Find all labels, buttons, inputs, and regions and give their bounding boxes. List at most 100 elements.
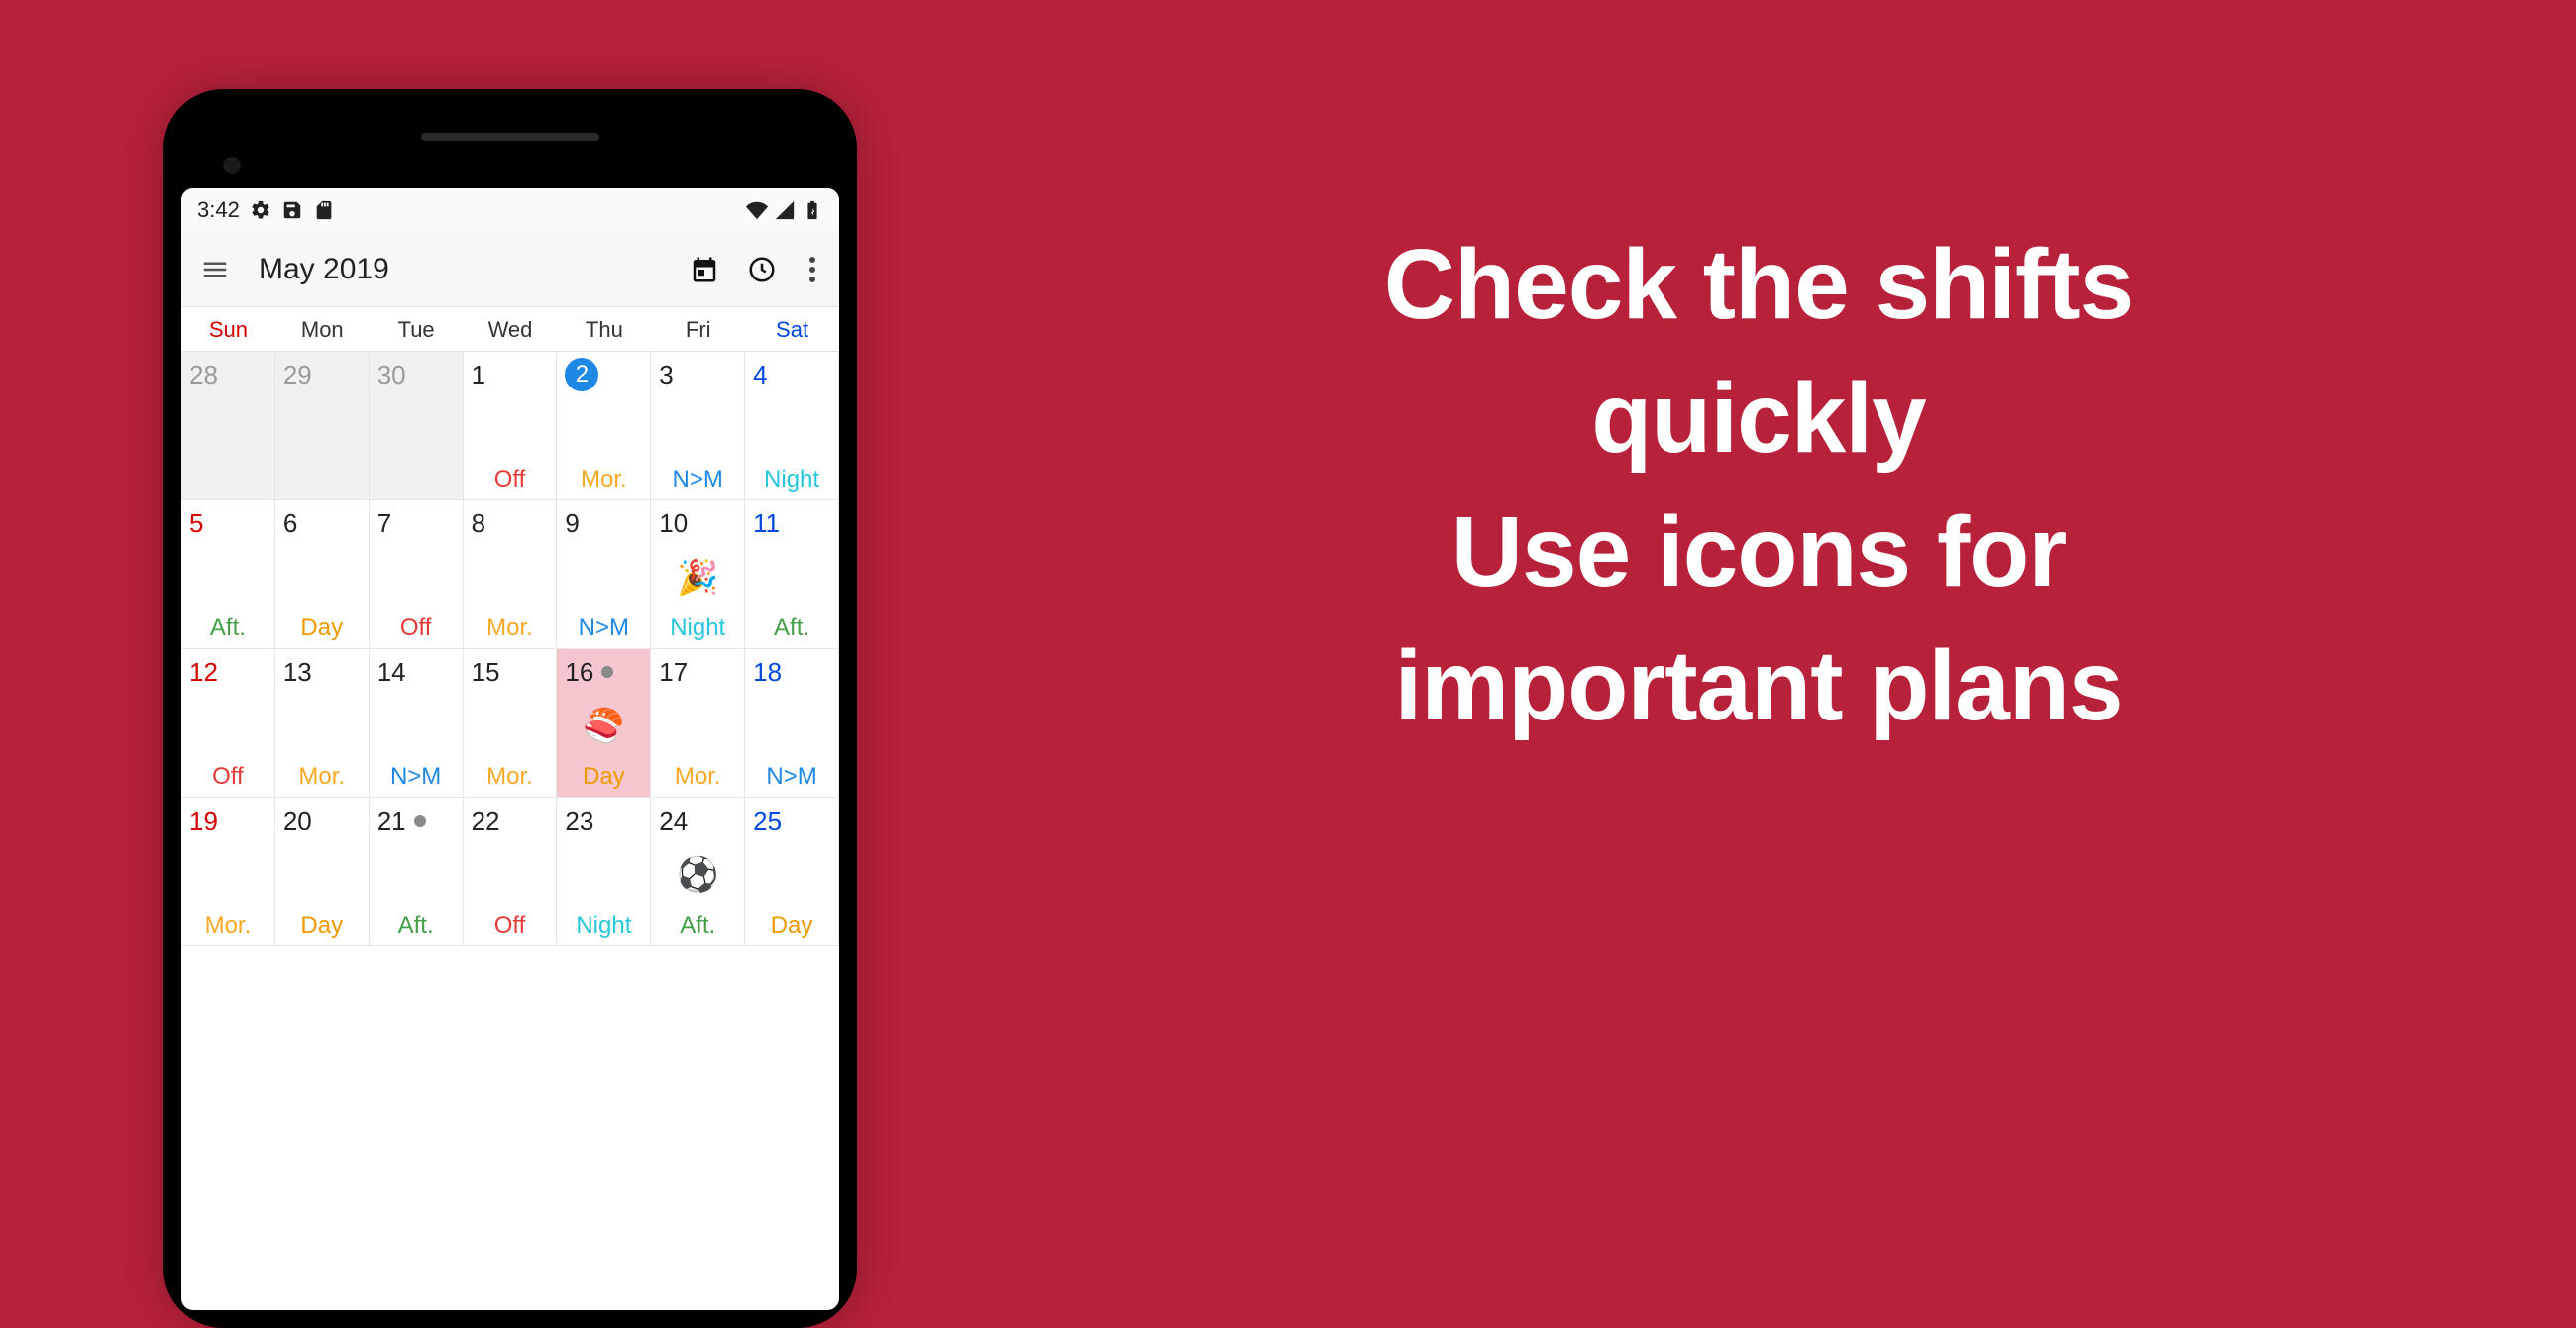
day-emoji (472, 391, 549, 466)
calendar-cell[interactable]: 3 N>M (651, 352, 745, 500)
shift-label (283, 494, 361, 496)
day-number: 3 (659, 358, 736, 391)
day-emoji (753, 391, 830, 466)
phone-speaker (421, 133, 599, 141)
calendar-cell[interactable]: 4 Night (745, 352, 839, 500)
cell-signal-icon (774, 199, 796, 221)
calendar-grid: 2829301Off2Mor.3N>M4Night5Aft.6Day7Off8M… (181, 352, 839, 1310)
promo-line-4: important plans (1001, 619, 2517, 753)
dow-sun: Sun (181, 317, 275, 343)
day-number: 2 (565, 358, 642, 391)
today-button[interactable] (685, 250, 724, 289)
day-number: 29 (283, 358, 361, 391)
day-emoji (283, 837, 361, 912)
day-emoji (377, 391, 455, 494)
menu-button[interactable] (195, 250, 235, 289)
day-emoji: 🍣 (565, 689, 642, 763)
day-emoji (377, 540, 455, 614)
calendar-cell[interactable]: 9N>M (557, 500, 651, 649)
calendar-cell[interactable]: 16🍣Day (557, 649, 651, 798)
day-number: 4 (753, 358, 830, 391)
day-number: 13 (283, 655, 361, 689)
promo-text: Check the shifts quickly Use icons for i… (1001, 218, 2517, 753)
calendar-cell[interactable]: 5Aft. (181, 500, 275, 649)
calendar-cell[interactable]: 24⚽Aft. (651, 798, 745, 946)
shift-label: Mor. (189, 912, 267, 941)
day-number: 21 (377, 804, 455, 837)
day-number: 28 (189, 358, 267, 391)
calendar-cell[interactable]: 23Night (557, 798, 651, 946)
calendar-cell[interactable]: 18 N>M (745, 649, 839, 798)
calendar-cell[interactable]: 14N>M (370, 649, 464, 798)
calendar-cell[interactable]: 11 Aft. (745, 500, 839, 649)
calendar-cell[interactable]: 6Day (275, 500, 370, 649)
promo-line-3: Use icons for (1001, 486, 2517, 619)
day-emoji (472, 689, 549, 763)
shift-label: Aft. (659, 912, 736, 941)
calendar-cell[interactable]: 17 Mor. (651, 649, 745, 798)
overflow-menu-button[interactable] (800, 250, 825, 289)
phone-frame: 3:42 (163, 89, 857, 1328)
calendar-cell[interactable]: 10🎉Night (651, 500, 745, 649)
shift-label: Mor. (283, 763, 361, 793)
shift-label: N>M (659, 466, 736, 496)
day-number: 18 (753, 655, 830, 689)
calendar-cell[interactable]: 30 (370, 352, 464, 500)
calendar-cell[interactable]: 29 (275, 352, 370, 500)
dow-sat: Sat (745, 317, 839, 343)
shift-label: Night (659, 614, 736, 644)
shift-label: N>M (377, 763, 455, 793)
day-emoji (753, 837, 830, 912)
day-number: 8 (472, 506, 549, 540)
dow-wed: Wed (464, 317, 558, 343)
day-emoji: ⚽ (659, 837, 736, 912)
shift-label: Mor. (659, 763, 736, 793)
shift-label: N>M (753, 763, 830, 793)
day-emoji (189, 689, 267, 763)
calendar-cell[interactable]: 8Mor. (464, 500, 558, 649)
calendar-cell[interactable]: 19Mor. (181, 798, 275, 946)
shift-label (189, 494, 267, 496)
calendar-cell[interactable]: 21Aft. (370, 798, 464, 946)
calendar-cell[interactable]: 25Day (745, 798, 839, 946)
wifi-icon (746, 199, 768, 221)
shift-label: Off (377, 614, 455, 644)
save-icon (281, 199, 303, 221)
shift-label: Aft. (753, 614, 830, 644)
calendar-cell[interactable]: 7Off (370, 500, 464, 649)
calendar-cell[interactable]: 22Off (464, 798, 558, 946)
status-bar: 3:42 (181, 188, 839, 232)
calendar-cell[interactable]: 12Off (181, 649, 275, 798)
calendar-cell[interactable]: 13 Mor. (275, 649, 370, 798)
day-of-week-header: Sun Mon Tue Wed Thu Fri Sat (181, 307, 839, 352)
shift-label: Night (753, 466, 830, 496)
calendar-cell[interactable]: 15Mor. (464, 649, 558, 798)
shift-label: Off (472, 466, 549, 496)
shift-label: Day (283, 912, 361, 941)
phone-camera (223, 157, 241, 174)
day-emoji (283, 540, 361, 614)
shift-label: Day (565, 763, 642, 793)
calendar-cell[interactable]: 2Mor. (557, 352, 651, 500)
shift-label: Day (283, 614, 361, 644)
calendar-cell[interactable]: 20Day (275, 798, 370, 946)
status-time: 3:42 (197, 197, 240, 223)
day-number: 17 (659, 655, 736, 689)
promo-line-2: quickly (1001, 352, 2517, 486)
event-dot-icon (601, 666, 613, 678)
calendar-cell[interactable]: 28 (181, 352, 275, 500)
day-number: 11 (753, 506, 830, 540)
calendar-cell[interactable]: 1Off (464, 352, 558, 500)
clock-button[interactable] (742, 250, 782, 289)
shift-label (377, 494, 455, 496)
day-number: 24 (659, 804, 736, 837)
day-emoji (189, 540, 267, 614)
appbar-title[interactable]: May 2019 (259, 253, 389, 286)
day-number: 23 (565, 804, 642, 837)
shift-label: Mor. (472, 763, 549, 793)
event-dot-icon (414, 815, 426, 827)
day-emoji (565, 391, 642, 466)
shift-label: Off (189, 763, 267, 793)
gear-icon (250, 199, 271, 221)
app-bar: May 2019 (181, 232, 839, 307)
